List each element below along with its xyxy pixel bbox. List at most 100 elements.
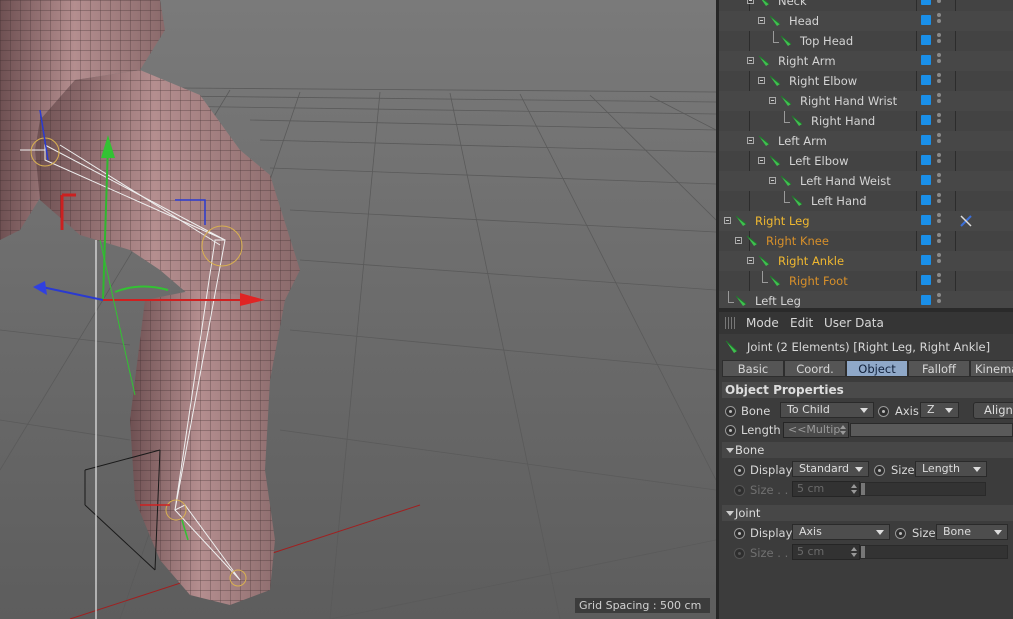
viewport-3d[interactable]: Grid Spacing : 500 cm (0, 0, 716, 619)
visibility-dots-icon[interactable] (937, 113, 941, 129)
visibility-dots-icon[interactable] (937, 153, 941, 169)
joint-size-dropdown[interactable]: Bone (936, 524, 1008, 540)
object-row[interactable]: Left Arm (719, 131, 1013, 151)
ik-tag-icon[interactable] (959, 214, 973, 228)
visibility-dots-icon[interactable] (937, 233, 941, 249)
layer-color-icon[interactable] (921, 255, 931, 265)
object-row[interactable]: Left Elbow (719, 151, 1013, 171)
layer-color-icon[interactable] (921, 95, 931, 105)
bone-animate-toggle[interactable] (725, 406, 736, 417)
visibility-dots-icon[interactable] (937, 33, 941, 49)
object-name[interactable]: Right Knee (766, 234, 829, 248)
layer-color-icon[interactable] (921, 115, 931, 125)
object-name[interactable]: Top Head (800, 34, 853, 48)
layer-color-icon[interactable] (921, 275, 931, 285)
bone-size-animate-toggle[interactable] (874, 465, 885, 476)
visibility-dots-icon[interactable] (937, 173, 941, 189)
expand-collapse-icon[interactable] (724, 217, 731, 224)
object-row[interactable]: Left Hand (719, 191, 1013, 211)
object-row[interactable]: Left Leg (719, 291, 1013, 308)
expand-collapse-icon[interactable] (769, 177, 776, 184)
object-row[interactable]: Right Hand (719, 111, 1013, 131)
object-row[interactable]: Neck (719, 0, 1013, 11)
visibility-dots-icon[interactable] (937, 253, 941, 269)
object-row[interactable]: Right Foot (719, 271, 1013, 291)
visibility-dots-icon[interactable] (937, 53, 941, 69)
object-name[interactable]: Right Leg (755, 214, 810, 228)
object-name[interactable]: Left Elbow (789, 154, 849, 168)
expand-collapse-icon[interactable] (758, 157, 765, 164)
object-row[interactable]: Right Leg (719, 211, 1013, 231)
object-row[interactable]: Right Knee (719, 231, 1013, 251)
layer-color-icon[interactable] (921, 295, 931, 305)
object-row[interactable]: Right Elbow (719, 71, 1013, 91)
expand-collapse-icon[interactable] (747, 57, 754, 64)
object-name[interactable]: Left Hand (811, 194, 867, 208)
expand-collapse-icon[interactable] (747, 257, 754, 264)
tab-kinematic[interactable]: Kinemat (970, 360, 1013, 377)
axis-animate-toggle[interactable] (878, 406, 889, 417)
layer-color-icon[interactable] (921, 35, 931, 45)
visibility-dots-icon[interactable] (937, 273, 941, 289)
object-name[interactable]: Left Arm (778, 134, 827, 148)
layer-color-icon[interactable] (921, 195, 931, 205)
length-input[interactable]: <<Multip (783, 422, 849, 438)
visibility-dots-icon[interactable] (937, 293, 941, 308)
tab-coord[interactable]: Coord. (784, 360, 846, 377)
visibility-dots-icon[interactable] (937, 73, 941, 89)
menu-mode[interactable]: Mode (746, 316, 779, 330)
tab-object[interactable]: Object (846, 360, 908, 377)
object-row[interactable]: Left Hand Weist (719, 171, 1013, 191)
viewport-scene[interactable] (0, 0, 716, 619)
object-row[interactable]: Right Arm (719, 51, 1013, 71)
object-name[interactable]: Right Elbow (789, 74, 857, 88)
object-name[interactable]: Right Ankle (778, 254, 844, 268)
menu-user-data[interactable]: User Data (824, 316, 884, 330)
object-name[interactable]: Right Hand (811, 114, 875, 128)
align-button[interactable]: Align (973, 402, 1013, 419)
expand-collapse-icon[interactable] (758, 77, 765, 84)
tab-falloff[interactable]: Falloff (908, 360, 970, 377)
joint-display-animate-toggle[interactable] (734, 528, 745, 539)
expand-collapse-icon[interactable] (758, 17, 765, 24)
axis-dropdown[interactable]: Z (920, 402, 959, 418)
expand-collapse-icon[interactable] (735, 237, 742, 244)
object-name[interactable]: Neck (778, 0, 807, 8)
expand-collapse-icon[interactable] (747, 0, 754, 4)
joint-group-header[interactable]: Joint (722, 505, 1013, 521)
joint-display-dropdown[interactable]: Axis (792, 524, 890, 540)
bone-display-animate-toggle[interactable] (734, 465, 745, 476)
object-row[interactable]: Right Ankle (719, 251, 1013, 271)
object-name[interactable]: Right Arm (778, 54, 836, 68)
bone-group-header[interactable]: Bone (722, 442, 1013, 458)
object-row[interactable]: Right Hand Wrist (719, 91, 1013, 111)
object-name[interactable]: Right Hand Wrist (800, 94, 897, 108)
length-stepper-icon[interactable] (840, 425, 846, 435)
object-name[interactable]: Left Leg (755, 294, 801, 308)
layer-color-icon[interactable] (921, 215, 931, 225)
layer-color-icon[interactable] (921, 15, 931, 25)
visibility-dots-icon[interactable] (937, 213, 941, 229)
panel-grip-icon[interactable] (725, 317, 737, 329)
expand-collapse-icon[interactable] (747, 137, 754, 144)
visibility-dots-icon[interactable] (937, 93, 941, 109)
length-slider[interactable] (850, 423, 1013, 437)
layer-color-icon[interactable] (921, 75, 931, 85)
layer-color-icon[interactable] (921, 0, 931, 5)
collapse-triangle-icon[interactable] (726, 511, 734, 516)
layer-color-icon[interactable] (921, 175, 931, 185)
expand-collapse-icon[interactable] (769, 97, 776, 104)
object-name[interactable]: Head (789, 14, 819, 28)
layer-color-icon[interactable] (921, 135, 931, 145)
layer-color-icon[interactable] (921, 155, 931, 165)
bone-display-dropdown[interactable]: Standard (792, 461, 869, 477)
object-name[interactable]: Left Hand Weist (800, 174, 891, 188)
length-animate-toggle[interactable] (725, 425, 736, 436)
joint-size-animate-toggle[interactable] (895, 528, 906, 539)
bone-dropdown[interactable]: To Child (780, 402, 874, 418)
object-row[interactable]: Head (719, 11, 1013, 31)
visibility-dots-icon[interactable] (937, 13, 941, 29)
collapse-triangle-icon[interactable] (726, 448, 734, 453)
object-row[interactable]: Top Head (719, 31, 1013, 51)
layer-color-icon[interactable] (921, 55, 931, 65)
